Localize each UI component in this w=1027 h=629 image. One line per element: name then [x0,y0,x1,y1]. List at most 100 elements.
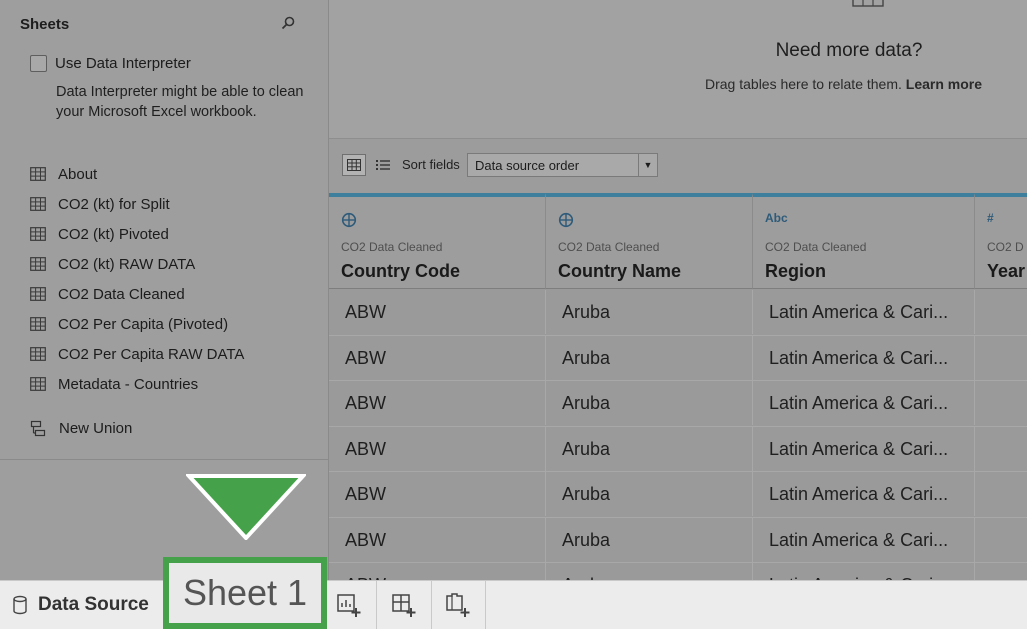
table-cell [975,563,1027,580]
grid-body: ABW Aruba Latin America & Cari... ABW Aruba L… [329,290,1027,580]
table-cell: Aruba [546,290,753,334]
table-cell: Aruba [546,563,753,580]
sort-fields-dropdown[interactable]: Data source order ▼ [467,153,658,177]
column-name: Region [765,261,826,281]
table-icon [30,197,46,211]
panel-divider [0,459,328,460]
table-cell: Latin America & Cari... [753,517,975,562]
table-cell: Latin America & Cari... [753,472,975,516]
column-source: CO2 Data Cleaned [765,240,867,254]
field-type-icon: Abc [765,211,788,225]
new-dashboard-icon [392,594,416,617]
sheet-item-label: CO2 Per Capita RAW DATA [58,345,245,363]
tab-data-source[interactable]: Data Source [0,581,163,629]
new-story-button[interactable] [431,581,486,629]
column-source: CO2 D [987,240,1024,254]
data-interpreter-label: Use Data Interpreter [55,54,191,72]
table-cell: Aruba [546,335,753,380]
table-row: ABWArubaLatin America & Cari... [329,335,1027,381]
column-header[interactable]: CO2 Data Cleaned Country Code [329,193,546,289]
sheet-item-label: CO2 Per Capita (Pivoted) [58,315,229,333]
sheet-item[interactable]: Metadata - Countries [30,369,320,399]
table-cell: Latin America & Cari... [753,290,975,334]
sheet-item[interactable]: CO2 Per Capita RAW DATA [30,339,320,369]
grid-view-button[interactable] [342,154,366,176]
sort-fields-label: Sort fields [402,157,460,172]
table-icon [30,317,46,331]
column-name: Country Code [341,261,460,281]
chevron-down-icon: ▼ [638,154,657,176]
field-type-icon: # [987,211,994,225]
sheet-item[interactable]: CO2 (kt) for Split [30,189,320,219]
new-worksheet-button[interactable] [322,581,377,629]
table-cell: ABW [329,517,546,562]
table-icon [30,167,46,181]
sheet-item-label: CO2 Data Cleaned [58,285,185,303]
data-interpreter-checkbox[interactable] [30,54,47,72]
pointer-arrow-icon [186,474,306,540]
table-cell [975,427,1027,471]
data-interpreter-option[interactable]: Use Data Interpreter [30,52,191,74]
list-icon [376,160,390,170]
drop-hint-text: Drag tables here to relate them. [705,76,902,92]
sheet-tab-bar: Data Source Sheet 1 [0,557,1027,629]
table-cell: Latin America & Cari... [753,381,975,425]
table-cell [975,472,1027,516]
table-row: ABWArubaLatin America & Cari... [329,426,1027,472]
table-icon [30,287,46,301]
column-header[interactable]: Abc CO2 Data Cleaned Region [753,193,975,289]
data-grid: CO2 Data Cleaned Country Code CO2 Data Cle… [329,193,1027,580]
table-row: ABWArubaLatin America & Cari... [329,381,1027,427]
sheet-item-label: CO2 (kt) RAW DATA [58,255,196,273]
grid-toolbar: Sort fields Data source order ▼ [329,139,1027,193]
table-row: ABWArubaLatin America & Cari... [329,517,1027,563]
tab-sheet-1[interactable]: Sheet 1 [163,557,327,629]
table-cell [975,290,1027,334]
table-cell: Latin America & Cari... [753,563,975,580]
column-header[interactable]: # CO2 D Year [975,193,1027,289]
join-canvas-drop-area[interactable]: Need more data? Drag tables here to rela… [329,0,1027,139]
column-header[interactable]: CO2 Data Cleaned Country Name [546,193,753,289]
sheets-title: Sheets [20,16,70,33]
table-cell: Aruba [546,472,753,516]
table-cell: ABW [329,381,546,425]
list-view-button[interactable] [373,154,393,176]
table-add-icon [852,0,884,7]
need-more-data-heading: Need more data? [775,40,923,61]
table-icon [30,377,46,391]
new-union-label: New Union [59,419,133,437]
grid-icon [347,159,361,171]
search-icon[interactable] [280,15,296,31]
sheet-item[interactable]: CO2 (kt) Pivoted [30,219,320,249]
globe-icon [341,212,357,228]
learn-more-link[interactable]: Learn more [906,76,982,92]
column-source: CO2 Data Cleaned [558,240,660,254]
table-cell [975,381,1027,425]
column-name: Country Name [558,261,682,281]
drop-hint: Drag tables here to relate them. Learn m… [705,76,982,92]
column-source: CO2 Data Cleaned [341,240,443,254]
sheet-item[interactable]: CO2 Per Capita (Pivoted) [30,309,320,339]
grid-header: CO2 Data Cleaned Country Code CO2 Data Cle… [329,193,1027,290]
table-cell: Aruba [546,426,753,471]
sheet-item[interactable]: CO2 (kt) RAW DATA [30,249,320,279]
table-cell: ABW [329,335,546,380]
sort-fields-value: Data source order [475,158,580,173]
sheet-item-label: Metadata - Countries [58,375,199,393]
new-union-item[interactable]: New Union [30,416,132,440]
new-dashboard-button[interactable] [377,581,432,629]
table-cell: Latin America & Cari... [753,335,975,380]
sheet-item[interactable]: About [30,159,320,189]
table-cell [975,336,1027,380]
database-icon [13,595,27,615]
table-cell: ABW [329,472,546,516]
sheet-item-label: CO2 (kt) Pivoted [58,225,169,243]
sheet-item[interactable]: CO2 Data Cleaned [30,279,320,309]
table-row: ABWArubaLatin America & Cari... [329,290,1027,336]
table-icon [30,257,46,271]
table-icon [30,227,46,241]
union-icon [30,420,46,436]
table-cell: Aruba [546,381,753,425]
sheet-item-label: CO2 (kt) for Split [58,195,170,213]
table-cell: Aruba [546,517,753,562]
